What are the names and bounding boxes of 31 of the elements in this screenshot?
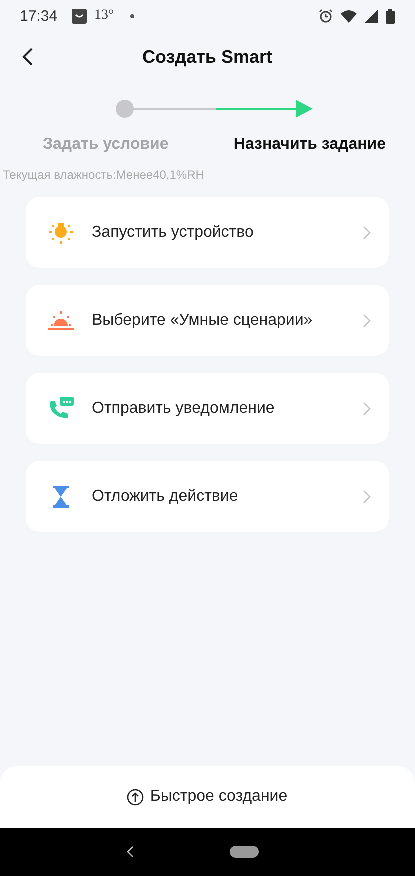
page-title: Создать Smart [142, 46, 273, 68]
notification-icon [72, 8, 87, 24]
status-time: 17:34 [20, 8, 58, 24]
alarm-icon [319, 9, 333, 23]
action-label: Отложить действие [92, 488, 240, 506]
sunset-icon [48, 310, 74, 330]
weather-temperature: 13° [94, 8, 114, 24]
action-label: Выберите «Умные сценарии» [92, 312, 314, 330]
upload-circle-icon [127, 788, 144, 806]
nav-back-icon[interactable] [126, 846, 134, 858]
bulb-icon [48, 222, 74, 244]
phone-message-icon [48, 396, 74, 420]
action-label: Запустить устройство [92, 224, 255, 242]
action-card[interactable]: Отложить действие [26, 461, 389, 532]
step-label[interactable]: Назначить задание [234, 136, 386, 154]
quick-create-button[interactable]: Быстрое создание [123, 784, 292, 810]
action-card[interactable]: Запустить устройство [26, 197, 389, 268]
wifi-icon [341, 10, 357, 22]
dot-icon [130, 14, 136, 18]
signal-icon [365, 10, 378, 22]
chevron-right-icon [363, 402, 371, 416]
action-card[interactable]: Отправить уведомление [26, 373, 389, 444]
back-icon[interactable] [22, 47, 34, 67]
battery-icon [386, 8, 395, 24]
action-label: Отправить уведомление [92, 400, 276, 418]
action-card[interactable]: Выберите «Умные сценарии» [26, 285, 389, 356]
home-pill[interactable] [230, 846, 258, 858]
chevron-right-icon [363, 490, 371, 504]
chevron-right-icon [363, 226, 371, 240]
chevron-right-icon [363, 314, 371, 328]
condition-note: Текущая влажность:Менее40,1%RH [2, 168, 206, 182]
